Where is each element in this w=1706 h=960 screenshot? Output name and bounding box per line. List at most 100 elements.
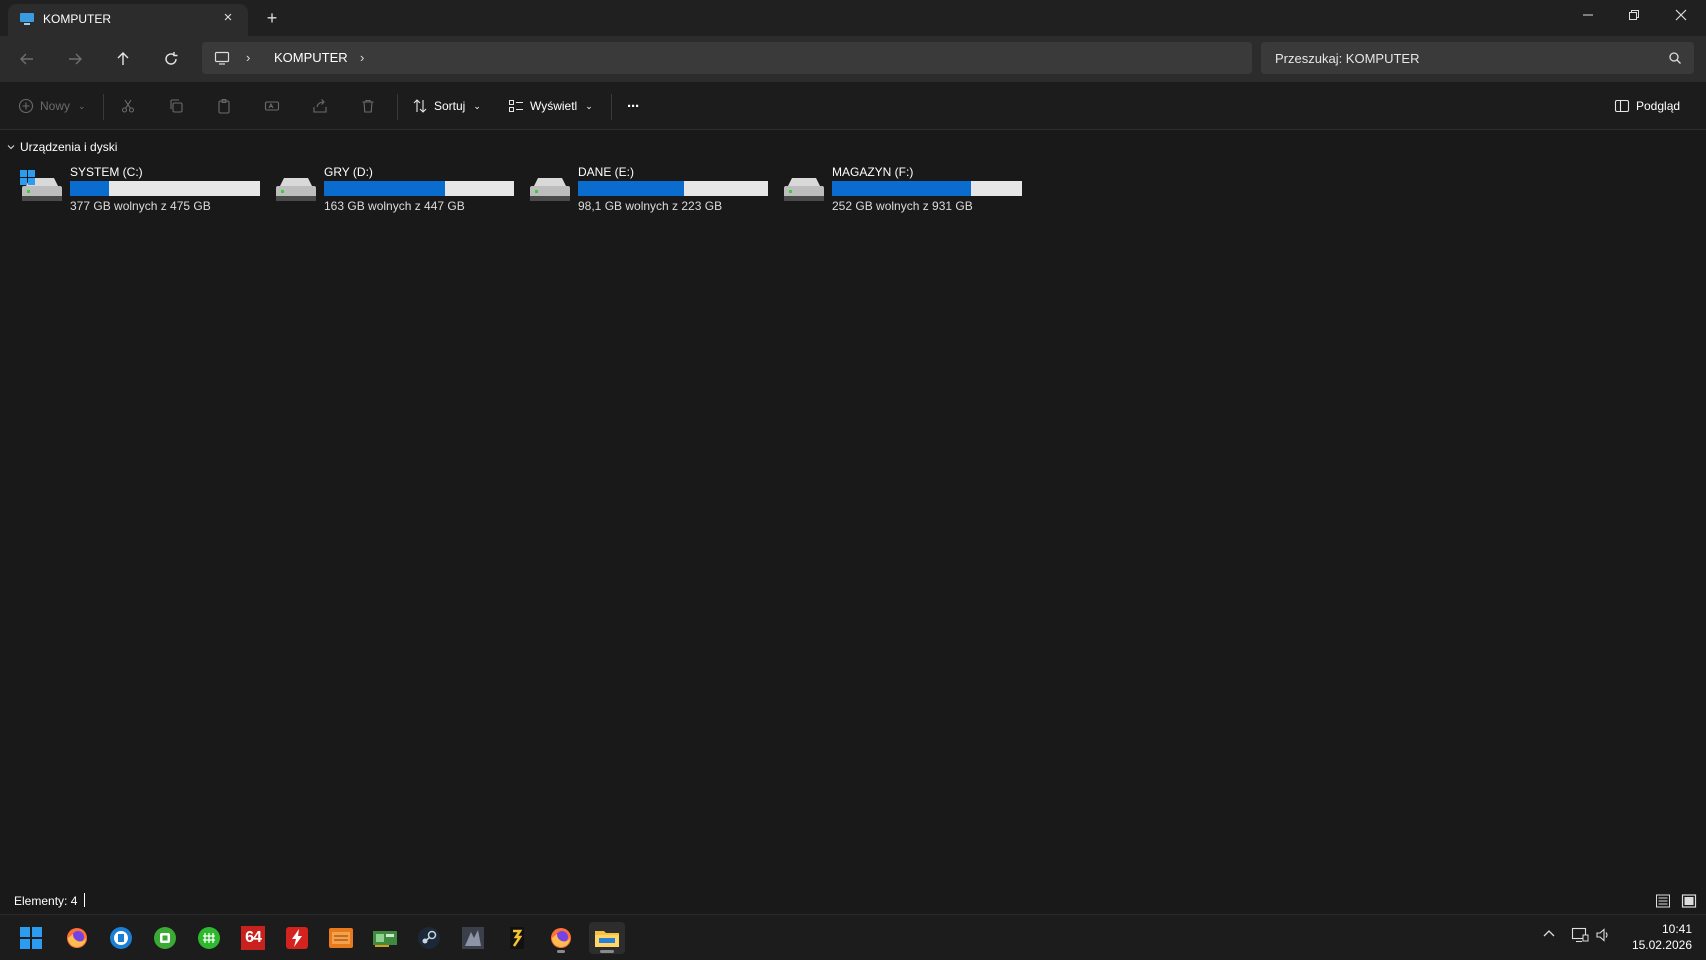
steam-icon (418, 927, 440, 949)
minimize-button[interactable] (1565, 0, 1611, 30)
item-count: Elementy: 4 (14, 894, 78, 908)
drive-usage-fill (70, 181, 110, 196)
taskbar-steam[interactable] (413, 922, 445, 954)
sort-button[interactable]: Sortuj ⌄ (412, 94, 481, 118)
drive-usage-bar (578, 181, 768, 196)
drive-free-space: 377 GB wolnych z 475 GB (70, 199, 211, 213)
taskbar-game[interactable] (457, 922, 489, 954)
clock[interactable]: 10:41 15.02.2026 (1632, 921, 1692, 953)
delete-button[interactable] (360, 94, 376, 118)
navigation-bar: › KOMPUTER › (0, 36, 1706, 82)
breadcrumb-chevron-icon[interactable]: › (246, 50, 250, 65)
close-icon (1675, 9, 1687, 21)
preview-pane-icon (1614, 99, 1630, 113)
paste-button[interactable] (216, 94, 232, 118)
up-button[interactable] (109, 46, 137, 72)
active-indicator (600, 950, 614, 953)
tab-close-icon[interactable]: × (220, 10, 236, 26)
more-options-button[interactable]: ··· (627, 94, 640, 118)
rename-button[interactable] (264, 94, 280, 118)
copy-button[interactable] (168, 94, 184, 118)
group-header-devices[interactable]: Urządzenia i dyski (7, 140, 117, 154)
taskbar-app-red[interactable] (281, 922, 313, 954)
taskbar-file-explorer[interactable] (589, 922, 625, 954)
sort-icon (413, 99, 427, 113)
share-button[interactable] (312, 94, 328, 118)
show-hidden-icons-button[interactable] (1542, 927, 1556, 944)
cut-button[interactable] (120, 94, 136, 118)
taskbar-cpuz[interactable] (325, 922, 357, 954)
preview-label: Podgląd (1636, 99, 1681, 113)
taskbar-game2[interactable] (501, 922, 533, 954)
chevron-up-icon (1543, 930, 1555, 937)
refresh-icon (165, 52, 178, 65)
search-box[interactable] (1261, 42, 1694, 74)
view-button[interactable]: Wyświetl ⌄ (508, 94, 593, 118)
back-button[interactable] (13, 46, 41, 72)
close-button[interactable] (1658, 0, 1704, 30)
chevron-down-icon: ⌄ (585, 100, 593, 111)
start-button[interactable] (15, 922, 47, 954)
cpuz-icon (329, 928, 353, 948)
sort-label: Sortuj (434, 99, 466, 113)
forward-button[interactable] (61, 46, 89, 72)
drive-free-space: 252 GB wolnych z 931 GB (832, 199, 973, 213)
drive-tile[interactable]: MAGAZYN (F:) 252 GB wolnych z 931 GB (782, 164, 1022, 216)
drive-free-space: 163 GB wolnych z 447 GB (324, 199, 465, 213)
drive-name: SYSTEM (C:) (70, 165, 143, 179)
rename-icon (264, 101, 280, 111)
taskbar-app-green2[interactable] (193, 922, 225, 954)
details-view-icon[interactable] (1655, 893, 1671, 909)
taskbar-app-blue[interactable] (105, 922, 137, 954)
drive-tile[interactable]: SYSTEM (C:) 377 GB wolnych z 475 GB (20, 164, 260, 216)
arrow-right-icon (69, 53, 82, 65)
game-3-icon (510, 927, 524, 949)
breadcrumb-komputer[interactable]: KOMPUTER (274, 50, 348, 65)
taskbar-firefox-2[interactable] (545, 922, 577, 954)
drive-tile[interactable]: DANE (E:) 98,1 GB wolnych z 223 GB (528, 164, 768, 216)
taskbar-firefox[interactable] (61, 922, 93, 954)
game-icon (462, 927, 484, 949)
volume-button[interactable] (1595, 927, 1611, 946)
tab-komputer[interactable]: KOMPUTER × (8, 4, 248, 36)
chevron-down-icon: ⌄ (78, 100, 86, 111)
address-bar[interactable]: › KOMPUTER › (202, 42, 1252, 74)
group-title: Urządzenia i dyski (20, 140, 118, 154)
drive-usage-bar (832, 181, 1022, 196)
new-tab-button[interactable]: + (262, 8, 282, 28)
drive-name: GRY (D:) (324, 165, 373, 179)
preview-pane-button[interactable]: Podgląd (1614, 94, 1680, 118)
divider (397, 94, 398, 120)
large-icons-view-icon[interactable] (1681, 893, 1697, 909)
search-input[interactable] (1261, 42, 1661, 74)
network-button[interactable] (1571, 927, 1589, 946)
taskbar-app-green[interactable] (149, 922, 181, 954)
share-icon (313, 99, 327, 113)
hard-drive-icon (530, 178, 570, 201)
view-label: Wyświetl (530, 99, 578, 113)
chevron-down-icon (7, 145, 15, 150)
new-button[interactable]: Nowy ⌄ (18, 94, 86, 118)
drive-usage-fill (578, 181, 685, 196)
breadcrumb-chevron-icon[interactable]: › (360, 50, 364, 65)
search-icon (1669, 52, 1681, 64)
taskbar: 64 10:41 15.02.2026 (0, 914, 1706, 960)
drive-usage-bar (324, 181, 514, 196)
trash-icon (362, 99, 374, 113)
blue-app-icon (110, 927, 132, 949)
restore-button[interactable] (1611, 0, 1657, 30)
refresh-button[interactable] (157, 46, 185, 72)
view-list-icon (509, 100, 523, 112)
gpu-card-icon (373, 931, 397, 947)
drive-tile[interactable]: GRY (D:) 163 GB wolnych z 447 GB (274, 164, 514, 216)
clipboard-icon (218, 98, 230, 114)
drive-name: MAGAZYN (F:) (832, 165, 914, 179)
status-bar: Elementy: 4 (0, 890, 1706, 912)
command-bar: Nowy ⌄ Sortuj ⌄ Wyświetl ⌄ ··· Podgląd (0, 82, 1706, 130)
drive-usage-fill (324, 181, 445, 196)
taskbar-aida64[interactable]: 64 (237, 922, 269, 954)
copy-icon (170, 99, 183, 113)
divider (103, 94, 104, 120)
taskbar-gpuz[interactable] (369, 922, 401, 954)
title-bar: KOMPUTER × + (0, 0, 1706, 36)
